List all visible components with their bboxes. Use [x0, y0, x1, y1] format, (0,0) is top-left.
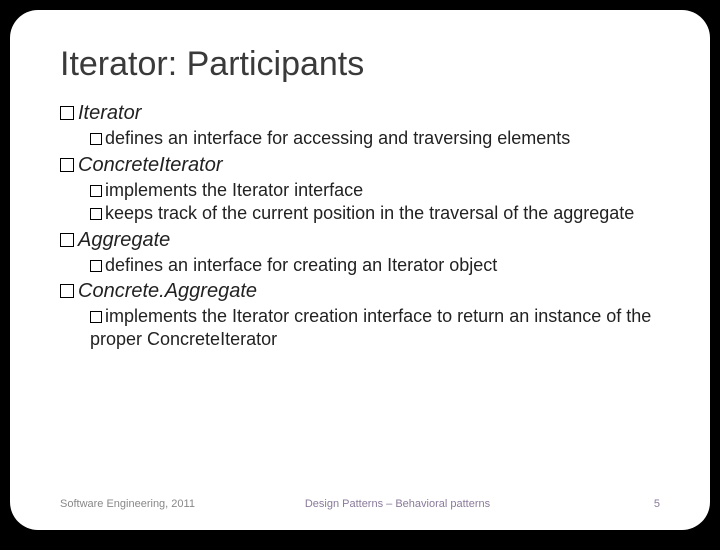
bullet-icon: [60, 106, 74, 120]
slide: Iterator: Participants Iterator defines …: [10, 10, 710, 530]
bullet-icon: [90, 185, 102, 197]
participant-aggregate-desc: defines an interface for creating an Ite…: [90, 254, 660, 277]
participant-desc-text: defines an interface for accessing and t…: [105, 128, 570, 148]
participant-concreteiterator-desc1: implements the Iterator interface: [90, 179, 660, 202]
slide-content: Iterator defines an interface for access…: [60, 98, 660, 490]
footer-center: Design Patterns – Behavioral patterns: [195, 498, 600, 510]
bullet-icon: [60, 233, 74, 247]
bullet-icon: [90, 208, 102, 220]
participant-concreteaggregate-desc: implements the Iterator creation interfa…: [90, 305, 660, 350]
slide-title: Iterator: Participants: [60, 45, 660, 84]
slide-footer: Software Engineering, 2011 Design Patter…: [60, 498, 660, 510]
footer-left: Software Engineering, 2011: [60, 498, 195, 510]
bullet-icon: [90, 133, 102, 145]
participant-desc-text: defines an interface for creating an Ite…: [105, 255, 497, 275]
bullet-icon: [60, 284, 74, 298]
participant-concreteaggregate: Concrete.Aggregate: [60, 280, 660, 303]
participant-concreteiterator-desc2: keeps track of the current position in t…: [90, 202, 660, 225]
participant-name: Concrete.Aggregate: [78, 280, 257, 302]
participant-name: ConcreteIterator: [78, 154, 223, 176]
bullet-icon: [60, 158, 74, 172]
participant-desc-text: implements the Iterator creation interfa…: [90, 306, 651, 349]
bullet-icon: [90, 311, 102, 323]
bullet-icon: [90, 260, 102, 272]
participant-iterator-desc: defines an interface for accessing and t…: [90, 127, 660, 150]
participant-name: Iterator: [78, 102, 141, 124]
participant-aggregate: Aggregate: [60, 229, 660, 252]
participant-iterator: Iterator: [60, 102, 660, 125]
participant-desc-text: keeps track of the current position in t…: [105, 203, 634, 223]
footer-page-number: 5: [600, 498, 660, 510]
participant-desc-text: implements the Iterator interface: [105, 180, 363, 200]
participant-name: Aggregate: [78, 229, 170, 251]
participant-concreteiterator: ConcreteIterator: [60, 154, 660, 177]
